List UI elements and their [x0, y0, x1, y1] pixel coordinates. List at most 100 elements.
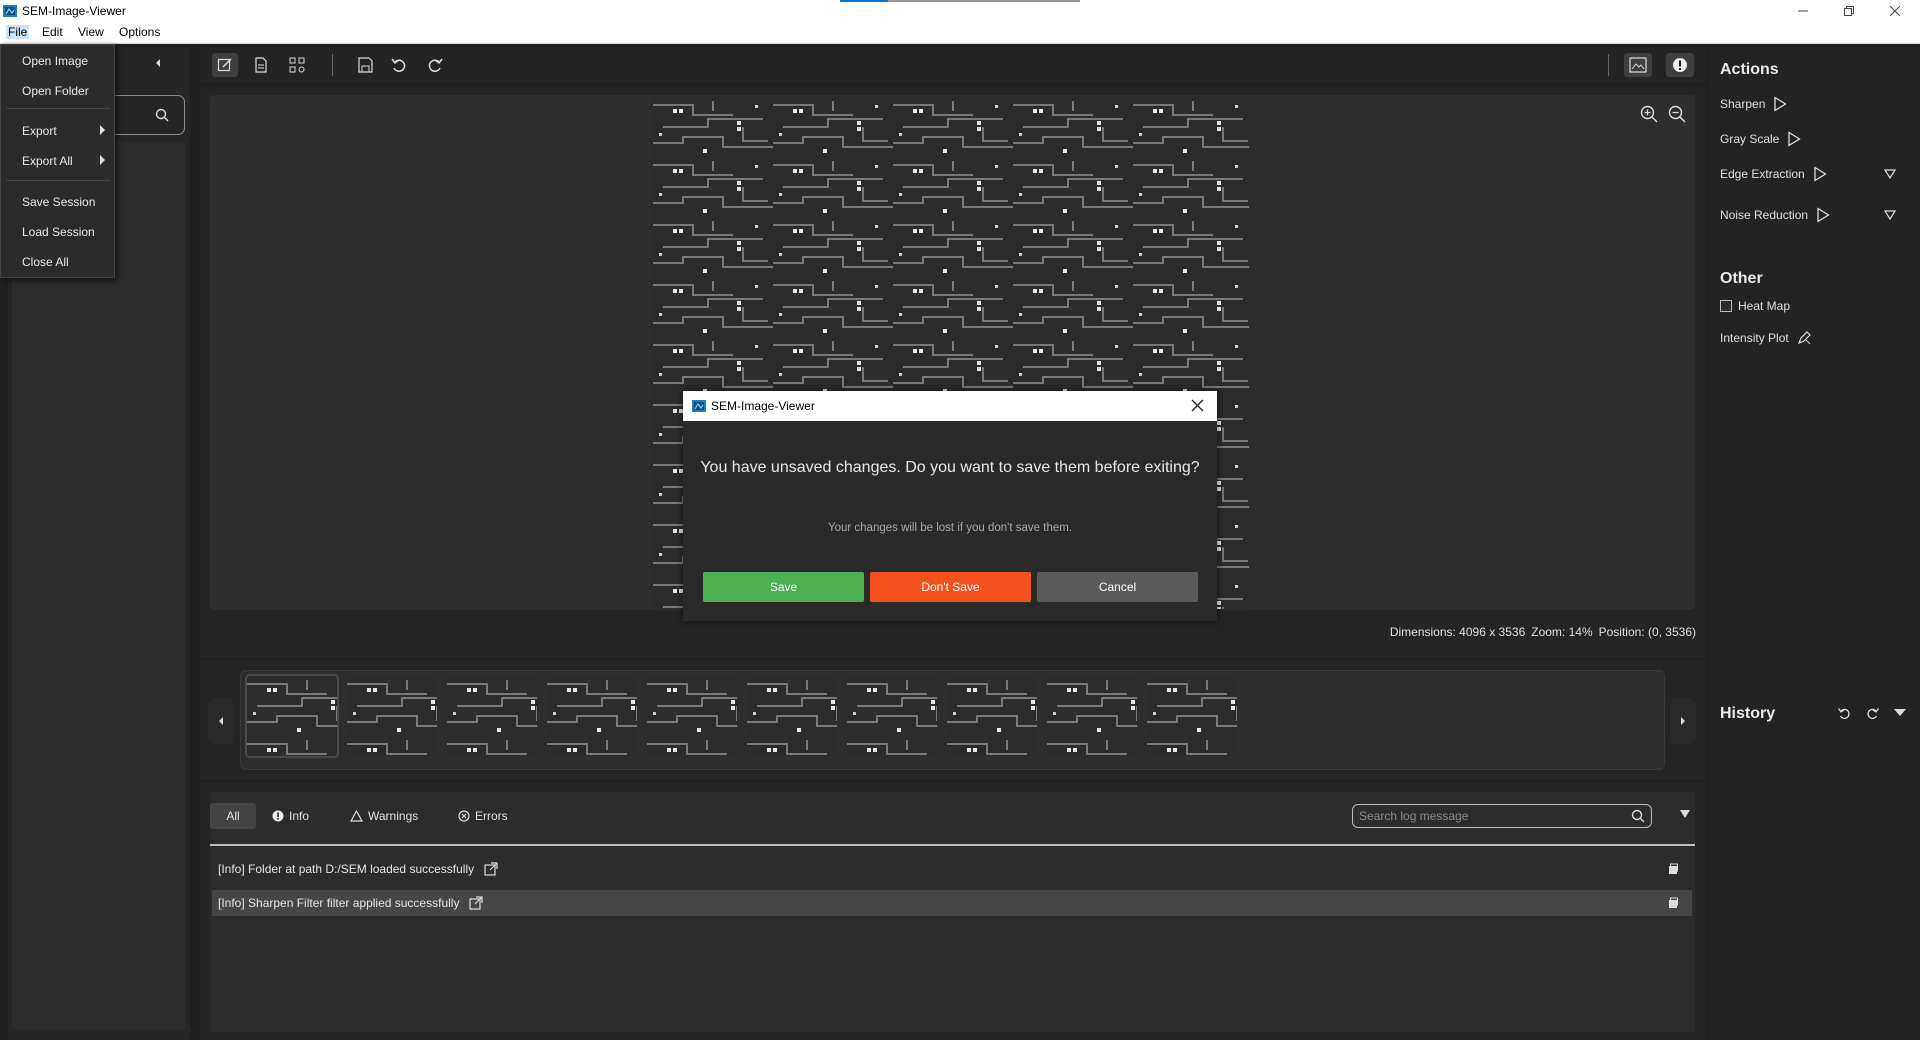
thumbnail[interactable]: [1047, 676, 1137, 756]
edge-extraction-label: Edge Extraction: [1720, 167, 1805, 181]
thumbnail-next-button[interactable]: [1670, 698, 1696, 744]
menu-close-all[interactable]: Close All: [22, 255, 69, 269]
history-heading: History: [1720, 705, 1776, 722]
save-icon: [358, 57, 373, 73]
collapse-left-panel-button[interactable]: [154, 58, 162, 68]
edge-extraction-action[interactable]: Edge Extraction: [1720, 166, 1827, 182]
image-icon: [1629, 57, 1647, 73]
submenu-arrow-icon: [100, 125, 105, 135]
submenu-arrow-icon: [100, 155, 105, 165]
thumbnail[interactable]: [547, 676, 637, 756]
image-view-button[interactable]: [1624, 53, 1652, 77]
triangle-down-outline-icon: [1884, 210, 1896, 220]
grid-view-button[interactable]: [284, 53, 310, 77]
thumbnail-prev-button[interactable]: [208, 698, 234, 744]
edit-tool-button[interactable]: [212, 53, 238, 77]
undo-tool-button[interactable]: [386, 53, 412, 77]
menu-open-image[interactable]: Open Image: [22, 54, 88, 68]
menu-options[interactable]: Options: [117, 25, 162, 39]
heat-map-checkbox[interactable]: [1720, 300, 1732, 312]
redo-tool-button[interactable]: [422, 53, 448, 77]
thumbnail[interactable]: [647, 676, 737, 756]
menu-edit[interactable]: Edit: [40, 25, 65, 39]
play-icon: [1788, 131, 1802, 147]
noise-reduction-options-toggle[interactable]: [1884, 210, 1896, 220]
toolbar-divider-right: [1608, 54, 1609, 76]
history-redo-button[interactable]: [1866, 707, 1879, 720]
play-icon: [1817, 207, 1830, 223]
gray-scale-action[interactable]: Gray Scale: [1720, 131, 1802, 147]
history-undo-button[interactable]: [1838, 707, 1851, 720]
image-status-line: Dimensions: 4096 x 3536 Zoom: 14% Position…: [1000, 625, 1696, 639]
close-icon: [1191, 399, 1204, 412]
log-message: [Info] Folder at path D:/SEM loaded succ…: [218, 862, 475, 876]
menu-load-session[interactable]: Load Session: [22, 225, 95, 239]
search-icon: [1631, 809, 1645, 823]
menu-file[interactable]: File: [6, 25, 30, 39]
redo-icon: [1867, 708, 1879, 719]
menu-view[interactable]: View: [76, 25, 106, 39]
cancel-button[interactable]: Cancel: [1037, 572, 1198, 602]
other-heading: Other: [1720, 270, 1763, 287]
chevron-right-icon: [1681, 717, 1685, 725]
external-link-icon: [469, 896, 484, 910]
toolbar-divider: [332, 54, 333, 76]
thumbnail[interactable]: [347, 676, 437, 756]
dialog-close-button[interactable]: [1191, 399, 1204, 412]
zoom-in-button[interactable]: [1640, 105, 1658, 123]
restore-icon: [1844, 6, 1854, 16]
edit-icon: [217, 58, 232, 72]
thumbnail[interactable]: [847, 676, 937, 756]
noise-reduction-label: Noise Reduction: [1720, 208, 1809, 222]
log-tab-errors-label: Errors: [475, 809, 508, 823]
save-tool-button[interactable]: [352, 53, 378, 77]
zoom-out-button[interactable]: [1668, 105, 1686, 123]
error-icon: [458, 810, 470, 822]
menu-export-all[interactable]: Export All: [22, 154, 73, 168]
log-tab-all-label: All: [226, 809, 240, 823]
dont-save-button[interactable]: Don't Save: [870, 572, 1031, 602]
menu-save-session[interactable]: Save Session: [22, 195, 95, 209]
menu-export[interactable]: Export: [22, 124, 57, 138]
menu-separator: [6, 108, 110, 109]
close-window-button[interactable]: [1872, 0, 1918, 22]
log-search-input[interactable]: Search log message: [1352, 804, 1652, 828]
document-tool-button[interactable]: [248, 53, 274, 77]
log-tab-all[interactable]: All: [210, 803, 256, 829]
window-title: SEM-Image-Viewer: [22, 4, 126, 18]
log-row[interactable]: [Info] Sharpen Filter filter applied suc…: [212, 890, 1692, 916]
log-message: [Info] Sharpen Filter filter applied suc…: [218, 896, 460, 910]
log-filter-dropdown[interactable]: [1680, 810, 1690, 818]
save-button[interactable]: Save: [703, 572, 864, 602]
history-expand-toggle[interactable]: [1894, 709, 1906, 717]
log-tab-info[interactable]: Info: [262, 803, 319, 829]
status-dimensions: Dimensions: 4096 x 3536: [1389, 625, 1526, 639]
log-tab-errors[interactable]: Errors: [448, 803, 518, 829]
intensity-plot-option[interactable]: Intensity Plot: [1720, 331, 1811, 345]
sharpen-action[interactable]: Sharpen: [1720, 96, 1788, 112]
triangle-down-icon: [1894, 709, 1906, 716]
app-icon: [692, 400, 706, 412]
minimize-button[interactable]: [1780, 0, 1826, 22]
copy-icon: [1669, 897, 1678, 908]
intensity-plot-label: Intensity Plot: [1720, 331, 1789, 345]
log-row[interactable]: [Info] Folder at path D:/SEM loaded succ…: [212, 856, 1692, 882]
menu-open-folder[interactable]: Open Folder: [22, 84, 89, 98]
log-tab-warnings-label: Warnings: [368, 809, 419, 823]
log-tab-warnings[interactable]: Warnings: [340, 803, 428, 829]
search-icon: [155, 108, 169, 122]
heat-map-option[interactable]: Heat Map: [1720, 299, 1790, 313]
thumbnail[interactable]: [1147, 676, 1237, 756]
notifications-button[interactable]: [1666, 53, 1694, 77]
thumbnail[interactable]: [947, 676, 1037, 756]
restore-button[interactable]: [1826, 0, 1872, 22]
app-icon: [2, 3, 18, 19]
thumbnail[interactable]: [447, 676, 537, 756]
edge-extraction-options-toggle[interactable]: [1884, 169, 1896, 179]
heat-map-label: Heat Map: [1738, 299, 1791, 313]
actions-heading: Actions: [1720, 61, 1779, 78]
noise-reduction-action[interactable]: Noise Reduction: [1720, 207, 1830, 223]
thumbnail[interactable]: [747, 676, 837, 756]
gray-scale-label: Gray Scale: [1720, 132, 1780, 146]
thumbnail[interactable]: [245, 674, 339, 758]
